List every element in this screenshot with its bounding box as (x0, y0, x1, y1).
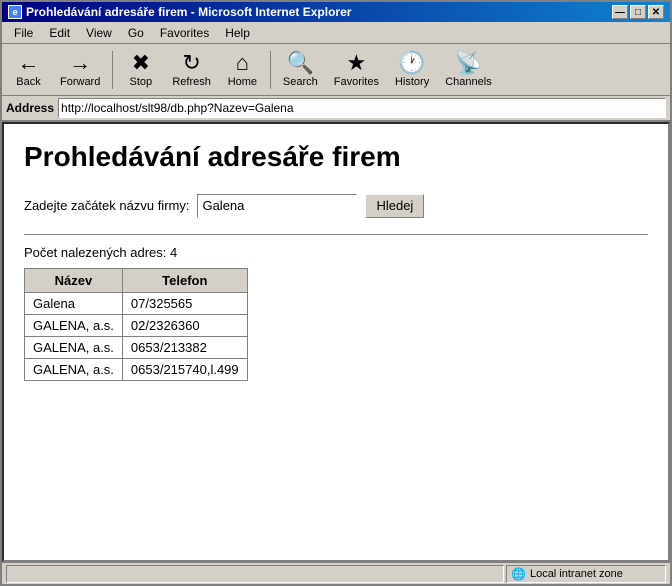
address-label: Address (6, 101, 54, 115)
result-count: Počet nalezených adres: 4 (24, 245, 648, 260)
search-button[interactable]: 🔍 Search (276, 47, 325, 93)
cell-nazev: GALENA, a.s. (25, 358, 123, 380)
cell-nazev: GALENA, a.s. (25, 336, 123, 358)
channels-icon: 📡 (455, 52, 482, 74)
window-title: Prohledávání adresáře firem - Microsoft … (26, 5, 351, 19)
table-row: GALENA, a.s.0653/213382 (25, 336, 248, 358)
favorites-button[interactable]: ★ Favorites (327, 47, 386, 93)
stop-icon: ✖ (132, 52, 150, 74)
channels-label: Channels (445, 76, 491, 88)
cell-telefon: 07/325565 (122, 292, 247, 314)
col-header-nazev: Název (25, 268, 123, 292)
forward-button[interactable]: → Forward (53, 47, 107, 93)
back-icon: ← (18, 52, 40, 74)
page-title: Prohledávání adresáře firem (24, 140, 648, 174)
hledej-button[interactable]: Hledej (365, 194, 424, 218)
browser-window: e Prohledávání adresáře firem - Microsof… (0, 0, 672, 586)
back-button[interactable]: ← Back (6, 47, 51, 93)
menu-bar: File Edit View Go Favorites Help (2, 22, 670, 44)
cell-nazev: GALENA, a.s. (25, 314, 123, 336)
cell-telefon: 02/2326360 (122, 314, 247, 336)
cell-telefon: 0653/215740,l.499 (122, 358, 247, 380)
home-icon: ⌂ (236, 52, 249, 74)
zone-label: Local intranet zone (530, 568, 623, 580)
stop-label: Stop (130, 76, 153, 88)
toolbar: ← Back → Forward ✖ Stop ↻ Refresh ⌂ Home… (2, 44, 670, 96)
table-row: GALENA, a.s.0653/215740,l.499 (25, 358, 248, 380)
refresh-button[interactable]: ↻ Refresh (165, 47, 218, 93)
minimize-button[interactable]: — (612, 5, 628, 19)
favorites-label: Favorites (334, 76, 379, 88)
zone-icon: 🌐 (511, 567, 526, 581)
status-bar: 🌐 Local intranet zone (2, 562, 670, 584)
cell-nazev: Galena (25, 292, 123, 314)
search-icon: 🔍 (287, 52, 314, 74)
menu-edit[interactable]: Edit (41, 24, 78, 42)
menu-favorites[interactable]: Favorites (152, 24, 217, 42)
status-left (6, 565, 504, 583)
toolbar-separator-2 (270, 51, 271, 89)
title-bar-controls: — □ ✕ (612, 5, 664, 19)
col-header-telefon: Telefon (122, 268, 247, 292)
title-bar-left: e Prohledávání adresáře firem - Microsof… (8, 5, 351, 19)
refresh-icon: ↻ (182, 52, 200, 74)
cell-telefon: 0653/213382 (122, 336, 247, 358)
menu-help[interactable]: Help (217, 24, 258, 42)
address-bar: Address (2, 96, 670, 122)
results-table: Název Telefon Galena07/325565GALENA, a.s… (24, 268, 248, 381)
search-field[interactable] (197, 194, 357, 218)
search-row: Zadejte začátek názvu firmy: Hledej (24, 194, 648, 218)
forward-label: Forward (60, 76, 100, 88)
toolbar-separator-1 (112, 51, 113, 89)
history-label: History (395, 76, 429, 88)
home-button[interactable]: ⌂ Home (220, 47, 265, 93)
search-form-label: Zadejte začátek názvu firmy: (24, 198, 189, 213)
search-label: Search (283, 76, 318, 88)
browser-icon: e (8, 5, 22, 19)
table-row: Galena07/325565 (25, 292, 248, 314)
forward-icon: → (69, 52, 91, 74)
stop-button[interactable]: ✖ Stop (118, 47, 163, 93)
history-icon: 🕐 (398, 52, 425, 74)
favorites-icon: ★ (346, 52, 366, 74)
table-row: GALENA, a.s.02/2326360 (25, 314, 248, 336)
channels-button[interactable]: 📡 Channels (438, 47, 498, 93)
menu-view[interactable]: View (78, 24, 120, 42)
menu-file[interactable]: File (6, 24, 41, 42)
home-label: Home (228, 76, 257, 88)
maximize-button[interactable]: □ (630, 5, 646, 19)
content-area: Prohledávání adresáře firem Zadejte začá… (2, 122, 670, 562)
close-button[interactable]: ✕ (648, 5, 664, 19)
status-zone: 🌐 Local intranet zone (506, 565, 666, 583)
back-label: Back (16, 76, 40, 88)
title-bar: e Prohledávání adresáře firem - Microsof… (2, 2, 670, 22)
history-button[interactable]: 🕐 History (388, 47, 436, 93)
address-input[interactable] (58, 98, 666, 118)
refresh-label: Refresh (172, 76, 211, 88)
content-divider (24, 234, 648, 235)
menu-go[interactable]: Go (120, 24, 152, 42)
